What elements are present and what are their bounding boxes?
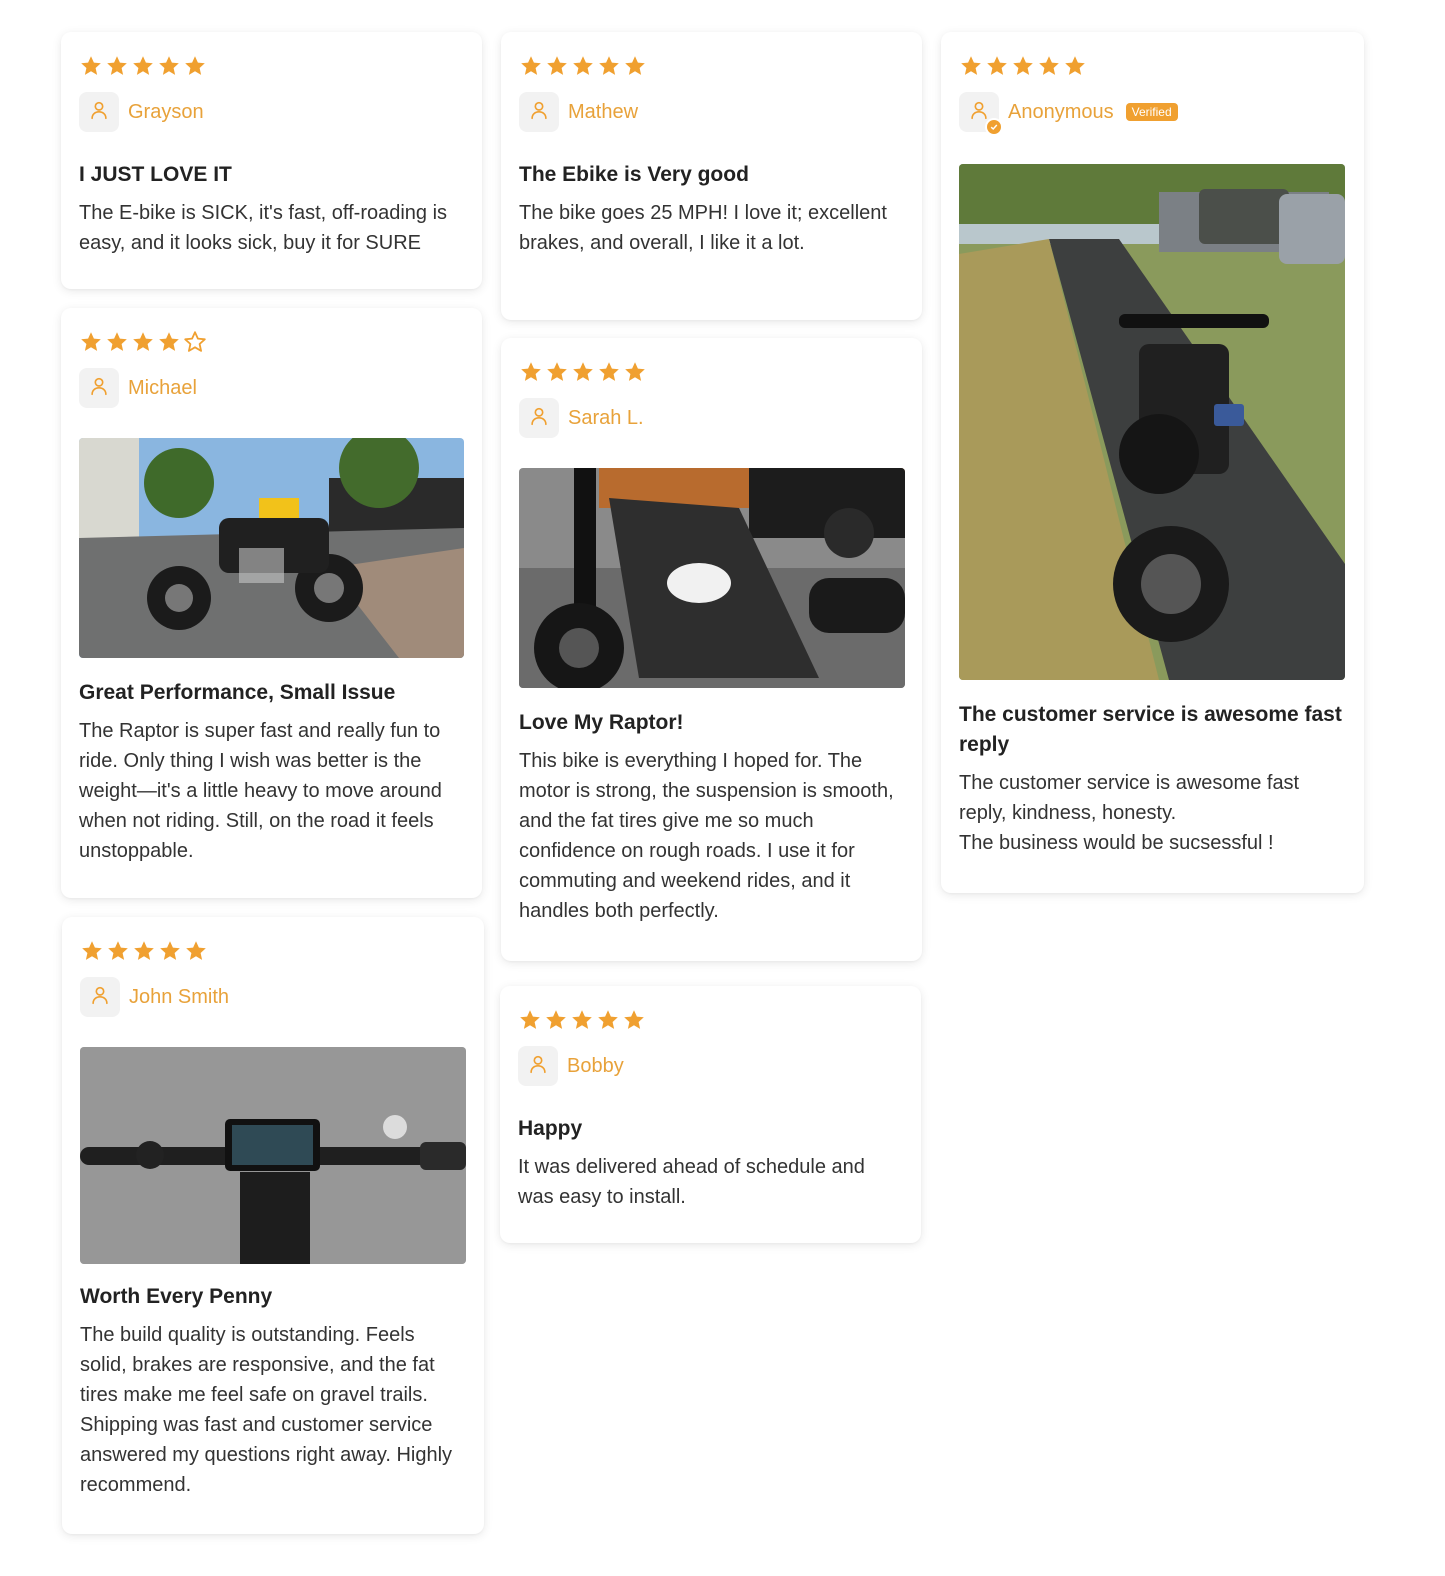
review-photo[interactable]	[80, 1047, 466, 1264]
author-name: John Smith	[129, 985, 230, 1008]
star-filled-icon	[519, 360, 543, 384]
star-filled-icon	[132, 939, 156, 963]
review-card: Bobby Happy It was delivered ahead of sc…	[500, 986, 921, 1243]
review-body: The build quality is outstanding. Feels …	[80, 1324, 453, 1496]
review-body: The bike goes 25 MPH! I love it; excelle…	[519, 202, 887, 254]
star-filled-icon	[597, 360, 621, 384]
star-rating	[79, 54, 464, 78]
review-photo[interactable]	[79, 438, 464, 658]
star-filled-icon	[596, 1008, 620, 1032]
star-filled-icon	[544, 1008, 568, 1032]
author-name: Anonymous	[1008, 100, 1114, 123]
review-photo[interactable]	[519, 468, 905, 688]
verified-check-icon	[985, 118, 1003, 136]
review-body: The customer service is awesome fast rep…	[959, 772, 1300, 854]
star-filled-icon	[959, 54, 983, 78]
ebike-street-photo	[79, 438, 464, 658]
star-filled-icon	[79, 54, 103, 78]
star-filled-icon	[106, 939, 130, 963]
star-empty-icon	[183, 330, 207, 354]
review-body: The Raptor is super fast and really fun …	[79, 720, 442, 862]
avatar	[519, 92, 559, 132]
review-card: Mathew The Ebike is Very good The bike g…	[501, 32, 922, 320]
star-filled-icon	[131, 54, 155, 78]
avatar	[80, 977, 120, 1017]
star-filled-icon	[80, 939, 104, 963]
star-filled-icon	[79, 330, 103, 354]
star-filled-icon	[105, 54, 129, 78]
review-photo[interactable]	[959, 164, 1345, 680]
author-name: Sarah L.	[568, 406, 644, 429]
avatar	[519, 398, 559, 438]
ebike-on-path-photo	[959, 164, 1345, 680]
star-filled-icon	[518, 1008, 542, 1032]
user-icon	[527, 1053, 549, 1080]
star-rating	[519, 54, 904, 78]
review-title: Happy	[518, 1117, 583, 1140]
review-title: The Ebike is Very good	[519, 163, 749, 186]
star-filled-icon	[183, 54, 207, 78]
author-name: Grayson	[128, 100, 204, 123]
review-body: This bike is everything I hoped for. The…	[519, 750, 894, 922]
star-filled-icon	[545, 54, 569, 78]
user-icon	[89, 984, 111, 1011]
review-card: Anonymous Verified The customer service …	[941, 32, 1364, 893]
star-filled-icon	[597, 54, 621, 78]
avatar	[79, 368, 119, 408]
author-name: Bobby	[567, 1054, 624, 1077]
star-filled-icon	[623, 54, 647, 78]
star-filled-icon	[1011, 54, 1035, 78]
star-rating	[518, 1008, 903, 1032]
review-card: John Smith Worth Every Penny The build q…	[62, 917, 484, 1534]
author-name: Mathew	[568, 100, 639, 123]
review-card: Michael Great Performance, Small Issue T…	[61, 308, 482, 898]
user-icon	[88, 375, 110, 402]
star-rating	[79, 330, 464, 354]
user-icon	[528, 99, 550, 126]
star-rating	[80, 939, 466, 963]
star-filled-icon	[105, 330, 129, 354]
star-filled-icon	[570, 1008, 594, 1032]
star-filled-icon	[571, 360, 595, 384]
review-title: I JUST LOVE IT	[79, 163, 232, 186]
star-filled-icon	[131, 330, 155, 354]
author-name: Michael	[128, 376, 197, 399]
review-title: The customer service is awesome fast rep…	[959, 703, 1342, 756]
review-card: Grayson I JUST LOVE IT The E-bike is SIC…	[61, 32, 482, 289]
star-filled-icon	[1063, 54, 1087, 78]
avatar	[518, 1046, 558, 1086]
star-rating	[519, 360, 904, 384]
review-title: Love My Raptor!	[519, 711, 684, 734]
review-body: The E-bike is SICK, it's fast, off-roadi…	[79, 202, 448, 254]
verified-badge: Verified	[1125, 103, 1178, 121]
review-card: Sarah L. Love My Raptor! This bike is ev…	[501, 338, 922, 961]
user-icon	[528, 405, 550, 432]
ebike-closeup-photo	[519, 468, 905, 688]
handlebar-display-photo	[80, 1047, 466, 1264]
star-filled-icon	[519, 54, 543, 78]
review-title: Worth Every Penny	[80, 1285, 273, 1308]
user-icon	[88, 99, 110, 126]
star-filled-icon	[985, 54, 1009, 78]
avatar	[959, 92, 1003, 136]
star-filled-icon	[184, 939, 208, 963]
star-filled-icon	[1037, 54, 1061, 78]
star-filled-icon	[158, 939, 182, 963]
review-body: It was delivered ahead of schedule and w…	[518, 1156, 865, 1208]
star-rating	[959, 54, 1346, 78]
star-filled-icon	[571, 54, 595, 78]
avatar	[79, 92, 119, 132]
star-filled-icon	[622, 1008, 646, 1032]
star-filled-icon	[623, 360, 647, 384]
star-filled-icon	[157, 330, 181, 354]
review-title: Great Performance, Small Issue	[79, 681, 396, 704]
star-filled-icon	[157, 54, 181, 78]
star-filled-icon	[545, 360, 569, 384]
